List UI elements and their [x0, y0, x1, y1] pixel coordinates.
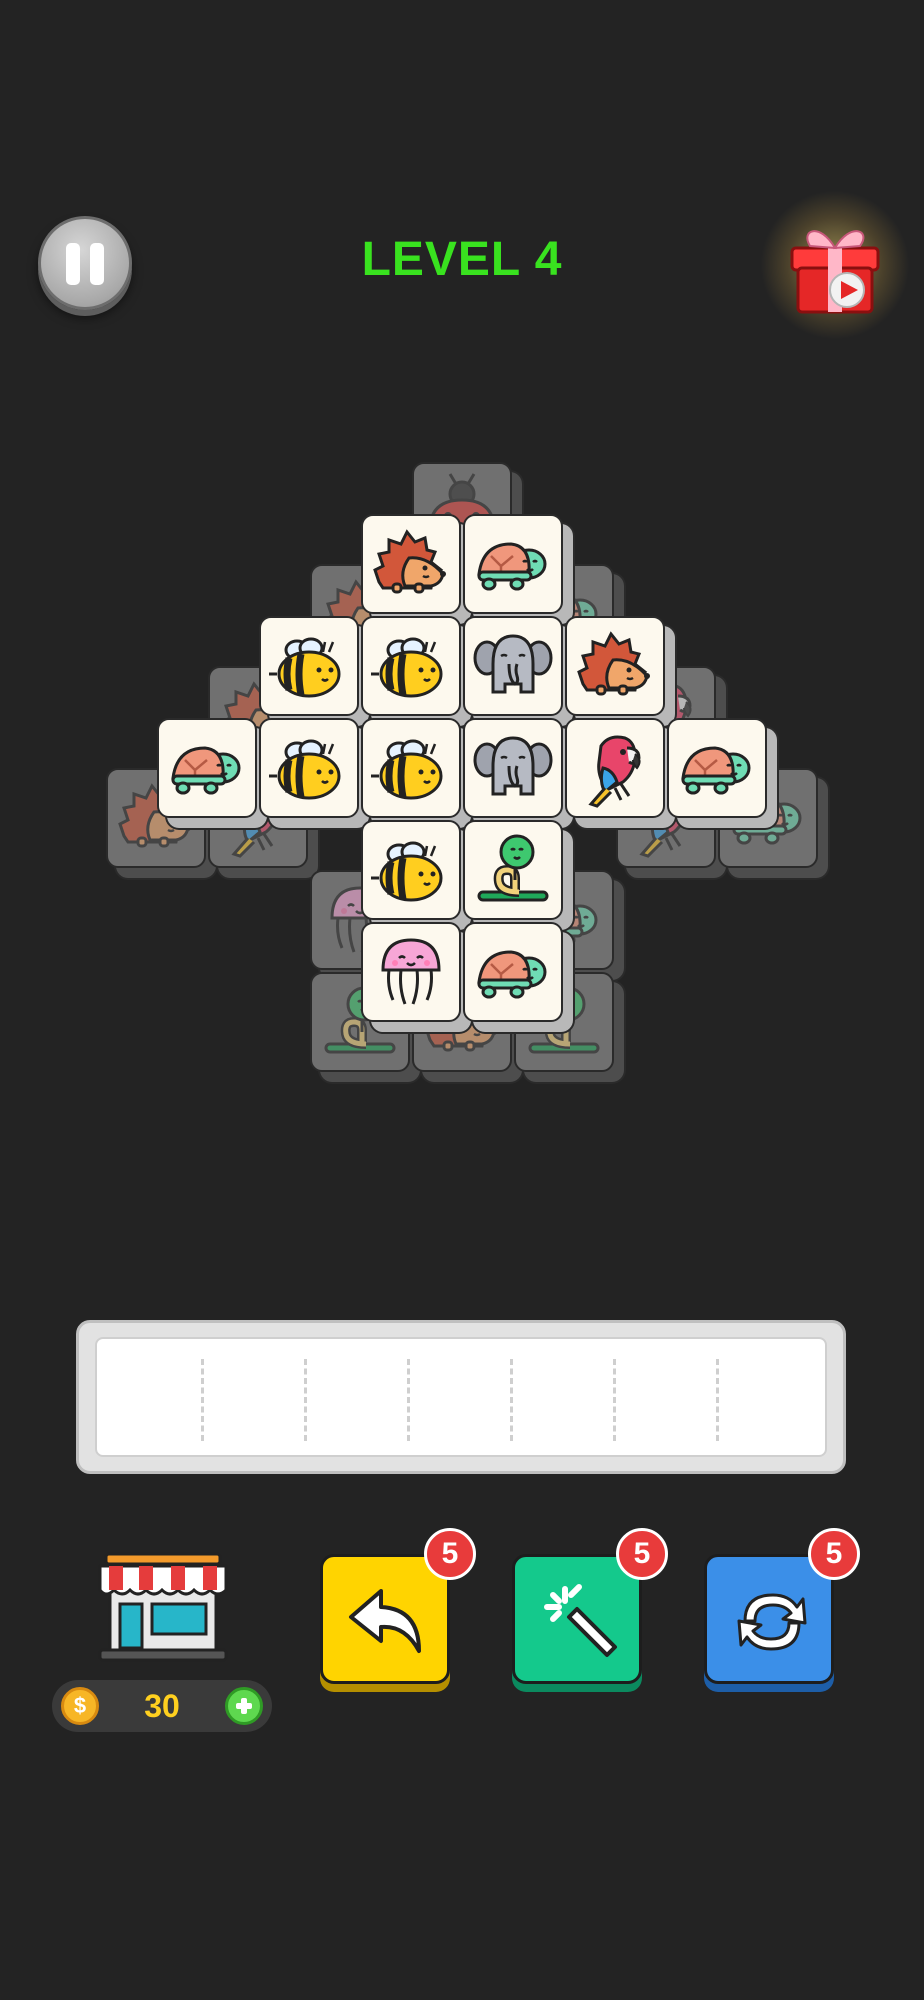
pause-button[interactable]: [38, 216, 132, 310]
slot-divider: [613, 1359, 616, 1441]
magic-count-badge: 5: [616, 1528, 668, 1580]
gift-video-reward-icon[interactable]: [780, 208, 890, 318]
pause-icon-bar: [90, 243, 104, 285]
undo-count-badge: 5: [424, 1528, 476, 1580]
slot-divider: [201, 1359, 204, 1441]
shuffle-refresh-icon: [737, 1593, 807, 1651]
slot-divider: [510, 1359, 513, 1441]
level-title: LEVEL 4: [361, 233, 563, 286]
tile-turtle[interactable]: [667, 718, 767, 818]
tile-snake[interactable]: [463, 820, 563, 920]
tile-bee[interactable]: [361, 820, 461, 920]
slot-tray: [76, 1320, 846, 1474]
magic-wand-button[interactable]: [512, 1554, 642, 1684]
shop-storefront-icon[interactable]: [96, 1548, 230, 1666]
tile-bee[interactable]: [259, 718, 359, 818]
tile-turtle[interactable]: [463, 922, 563, 1022]
tile-turtle[interactable]: [463, 514, 563, 614]
tile-turtle[interactable]: [157, 718, 257, 818]
slot-divider: [407, 1359, 410, 1441]
slot-tray-inner: [95, 1337, 827, 1457]
slot-divider: [716, 1359, 719, 1441]
pause-icon: [66, 243, 80, 285]
coin-icon: $: [61, 1687, 99, 1725]
tile-bee[interactable]: [259, 616, 359, 716]
plus-icon[interactable]: [225, 1687, 263, 1725]
tile-parrot[interactable]: [565, 718, 665, 818]
coin-balance-bar: 30 $: [52, 1680, 272, 1732]
tile-elephant[interactable]: [463, 718, 563, 818]
undo-arrow-icon: [349, 1589, 421, 1653]
tile-jellyfish[interactable]: [361, 922, 461, 1022]
tile-hedgehog[interactable]: [361, 514, 461, 614]
shuffle-button[interactable]: [704, 1554, 834, 1684]
tile-elephant[interactable]: [463, 616, 563, 716]
undo-button[interactable]: [320, 1554, 450, 1684]
tile-bee[interactable]: [361, 616, 461, 716]
shuffle-count-badge: 5: [808, 1528, 860, 1580]
tile-hedgehog[interactable]: [565, 616, 665, 716]
slot-divider: [304, 1359, 307, 1441]
magic-wand-icon: [544, 1584, 617, 1657]
tile-bee[interactable]: [361, 718, 461, 818]
